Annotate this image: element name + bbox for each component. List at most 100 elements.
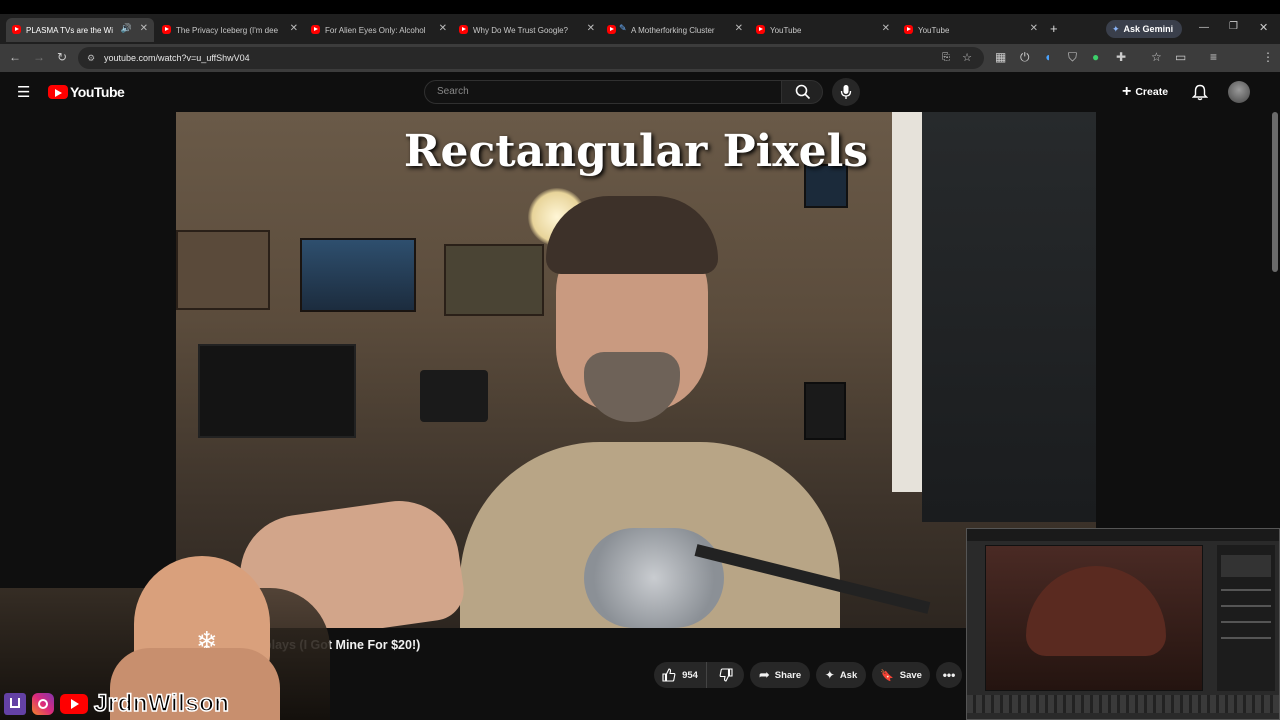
minimize-icon[interactable]: — — [1199, 22, 1209, 33]
share-label: Share — [774, 669, 802, 681]
search-icon — [795, 84, 811, 100]
pip-slider — [1221, 621, 1271, 623]
ask-button[interactable]: ✦ Ask — [816, 662, 866, 688]
youtube-header: ☰ YouTube Search + Create — [0, 72, 1280, 112]
ask-gemini-button[interactable]: ✦ Ask Gemini — [1106, 20, 1182, 38]
like-count: 954 — [682, 669, 698, 681]
youtube-favicon-icon — [904, 25, 913, 34]
close-tab-icon[interactable]: ✕ — [140, 23, 148, 34]
pip-screen-capture — [966, 528, 1280, 720]
tab-search-icon[interactable]: ▭ — [1175, 50, 1186, 64]
install-app-icon[interactable]: ⎘ — [942, 47, 950, 69]
streamer-brand: JrdnWilson — [4, 689, 230, 718]
close-tab-icon[interactable]: ✕ — [290, 23, 298, 34]
tab-youtube-1[interactable]: YouTube ✕ — [750, 18, 896, 42]
youtube-logo[interactable]: YouTube — [48, 84, 125, 100]
tab-group-icon: ✎ — [619, 23, 627, 33]
tab-alien-eyes[interactable]: For Alien Eyes Only: Alcohol ✕ — [305, 18, 453, 42]
extensions-puzzle-icon[interactable]: ✚ — [1116, 50, 1126, 64]
pip-histogram — [1221, 555, 1271, 577]
wall-frame — [804, 382, 846, 440]
close-tab-icon[interactable]: ✕ — [735, 23, 743, 34]
voice-search-button[interactable] — [832, 78, 860, 106]
instagram-icon — [32, 693, 54, 715]
close-tab-icon[interactable]: ✕ — [439, 23, 447, 34]
share-arrow-icon: ➦ — [758, 667, 770, 682]
browser-menu-icon[interactable]: ⋮ — [1262, 50, 1274, 64]
save-button[interactable]: 🔖 Save — [872, 662, 930, 688]
youtube-favicon-icon — [459, 25, 468, 34]
address-field[interactable]: ⚙ youtube.com/watch?v=u_uffShwV04 ⎘ ☆ — [78, 47, 984, 69]
pip-image-shape — [1026, 566, 1166, 656]
close-tab-icon[interactable]: ✕ — [1030, 23, 1038, 34]
media-controls-icon[interactable]: ≡ — [1210, 50, 1217, 64]
youtube-favicon-icon — [162, 25, 171, 34]
browser-tab-strip: PLASMA TVs are the Wi 🔊 ✕ The Privacy Ic… — [0, 0, 1280, 44]
extension-shield-icon[interactable]: ⛉ — [1068, 50, 1077, 65]
background-tv — [198, 344, 356, 438]
pip-filmstrip — [967, 695, 1279, 713]
notifications-bell-icon[interactable] — [1192, 84, 1208, 101]
thumbs-up-icon — [662, 668, 676, 682]
tab-label: The Privacy Iceberg (I'm dee — [176, 25, 279, 35]
tab-label: YouTube — [918, 25, 950, 35]
tab-label: YouTube — [770, 25, 802, 35]
create-button[interactable]: + Create — [1122, 80, 1168, 104]
browser-toolbar: ← → ↻ ⚙ youtube.com/watch?v=u_uffShwV04 … — [0, 44, 1280, 108]
more-dots-icon: ••• — [942, 668, 956, 682]
close-tab-icon[interactable]: ✕ — [587, 23, 595, 34]
forward-arrow-icon[interactable]: → — [33, 50, 45, 64]
youtube-social-icon — [60, 694, 88, 714]
tab-trust-google[interactable]: Why Do We Trust Google? ✕ — [453, 18, 601, 42]
tab-privacy-iceberg[interactable]: The Privacy Iceberg (I'm dee ✕ — [156, 18, 304, 42]
pip-titlebar — [967, 529, 1279, 541]
youtube-favicon-icon — [756, 25, 765, 34]
audio-playing-icon[interactable]: 🔊 — [121, 23, 132, 34]
account-avatar[interactable] — [1228, 81, 1250, 103]
url-text: youtube.com/watch?v=u_uffShwV04 — [104, 53, 250, 63]
wall-poster — [300, 238, 416, 312]
tab-plasma-tvs[interactable]: PLASMA TVs are the Wi 🔊 ✕ — [6, 18, 154, 42]
search-button[interactable] — [781, 80, 823, 104]
tab-motherforking[interactable]: ✎ A Motherforking Cluster ✕ — [601, 18, 749, 42]
microphone-windscreen — [584, 528, 724, 628]
tab-youtube-2[interactable]: YouTube ✕ — [898, 18, 1044, 42]
more-actions-button[interactable]: ••• — [936, 662, 962, 688]
extension-badge-icon[interactable]: ● — [1092, 50, 1099, 64]
pip-image-preview — [985, 545, 1203, 691]
bookmark-save-icon: 🔖 — [880, 669, 894, 682]
bookmark-star-icon[interactable]: ☆ — [962, 47, 972, 69]
tab-label: A Motherforking Cluster — [631, 25, 715, 35]
restore-window-icon[interactable]: ❐ — [1229, 21, 1238, 32]
site-info-icon[interactable]: ⚙ — [87, 47, 95, 69]
ask-label: Ask — [839, 669, 858, 681]
pip-slider — [1221, 637, 1271, 639]
close-tab-icon[interactable]: ✕ — [882, 23, 890, 34]
reload-icon[interactable]: ↻ — [57, 50, 67, 64]
close-window-icon[interactable]: ✕ — [1259, 21, 1268, 34]
page-scrollbar[interactable] — [1272, 112, 1278, 272]
sparkle-icon: ✦ — [824, 668, 835, 682]
youtube-wordmark: YouTube — [70, 84, 125, 100]
streamer-name: JrdnWilson — [93, 689, 230, 718]
extension-power-icon[interactable]: ⏻ — [1020, 50, 1030, 65]
share-button[interactable]: ➦ Share — [750, 662, 810, 688]
pip-sidebar-panel — [1217, 545, 1275, 691]
pip-slider — [1221, 589, 1271, 591]
bookmarks-icon[interactable]: ☆ — [1151, 50, 1162, 64]
presenter-hair — [546, 196, 718, 274]
search-input[interactable]: Search — [424, 80, 782, 104]
extension-audio-icon[interactable]: ◖ — [1044, 50, 1051, 64]
create-label: Create — [1135, 86, 1169, 98]
extension-gift-icon[interactable]: ▦ — [995, 50, 1006, 64]
new-tab-button[interactable]: + — [1050, 21, 1058, 36]
back-arrow-icon[interactable]: ← — [9, 50, 21, 64]
youtube-favicon-icon — [311, 25, 320, 34]
dislike-button[interactable] — [706, 662, 744, 688]
tab-label: Why Do We Trust Google? — [473, 25, 568, 35]
twitch-icon — [4, 693, 26, 715]
like-button[interactable]: 954 — [654, 662, 706, 688]
menu-hamburger-icon[interactable]: ☰ — [17, 83, 30, 101]
ask-gemini-label: Ask Gemini — [1123, 24, 1174, 34]
youtube-favicon-icon — [12, 25, 21, 34]
